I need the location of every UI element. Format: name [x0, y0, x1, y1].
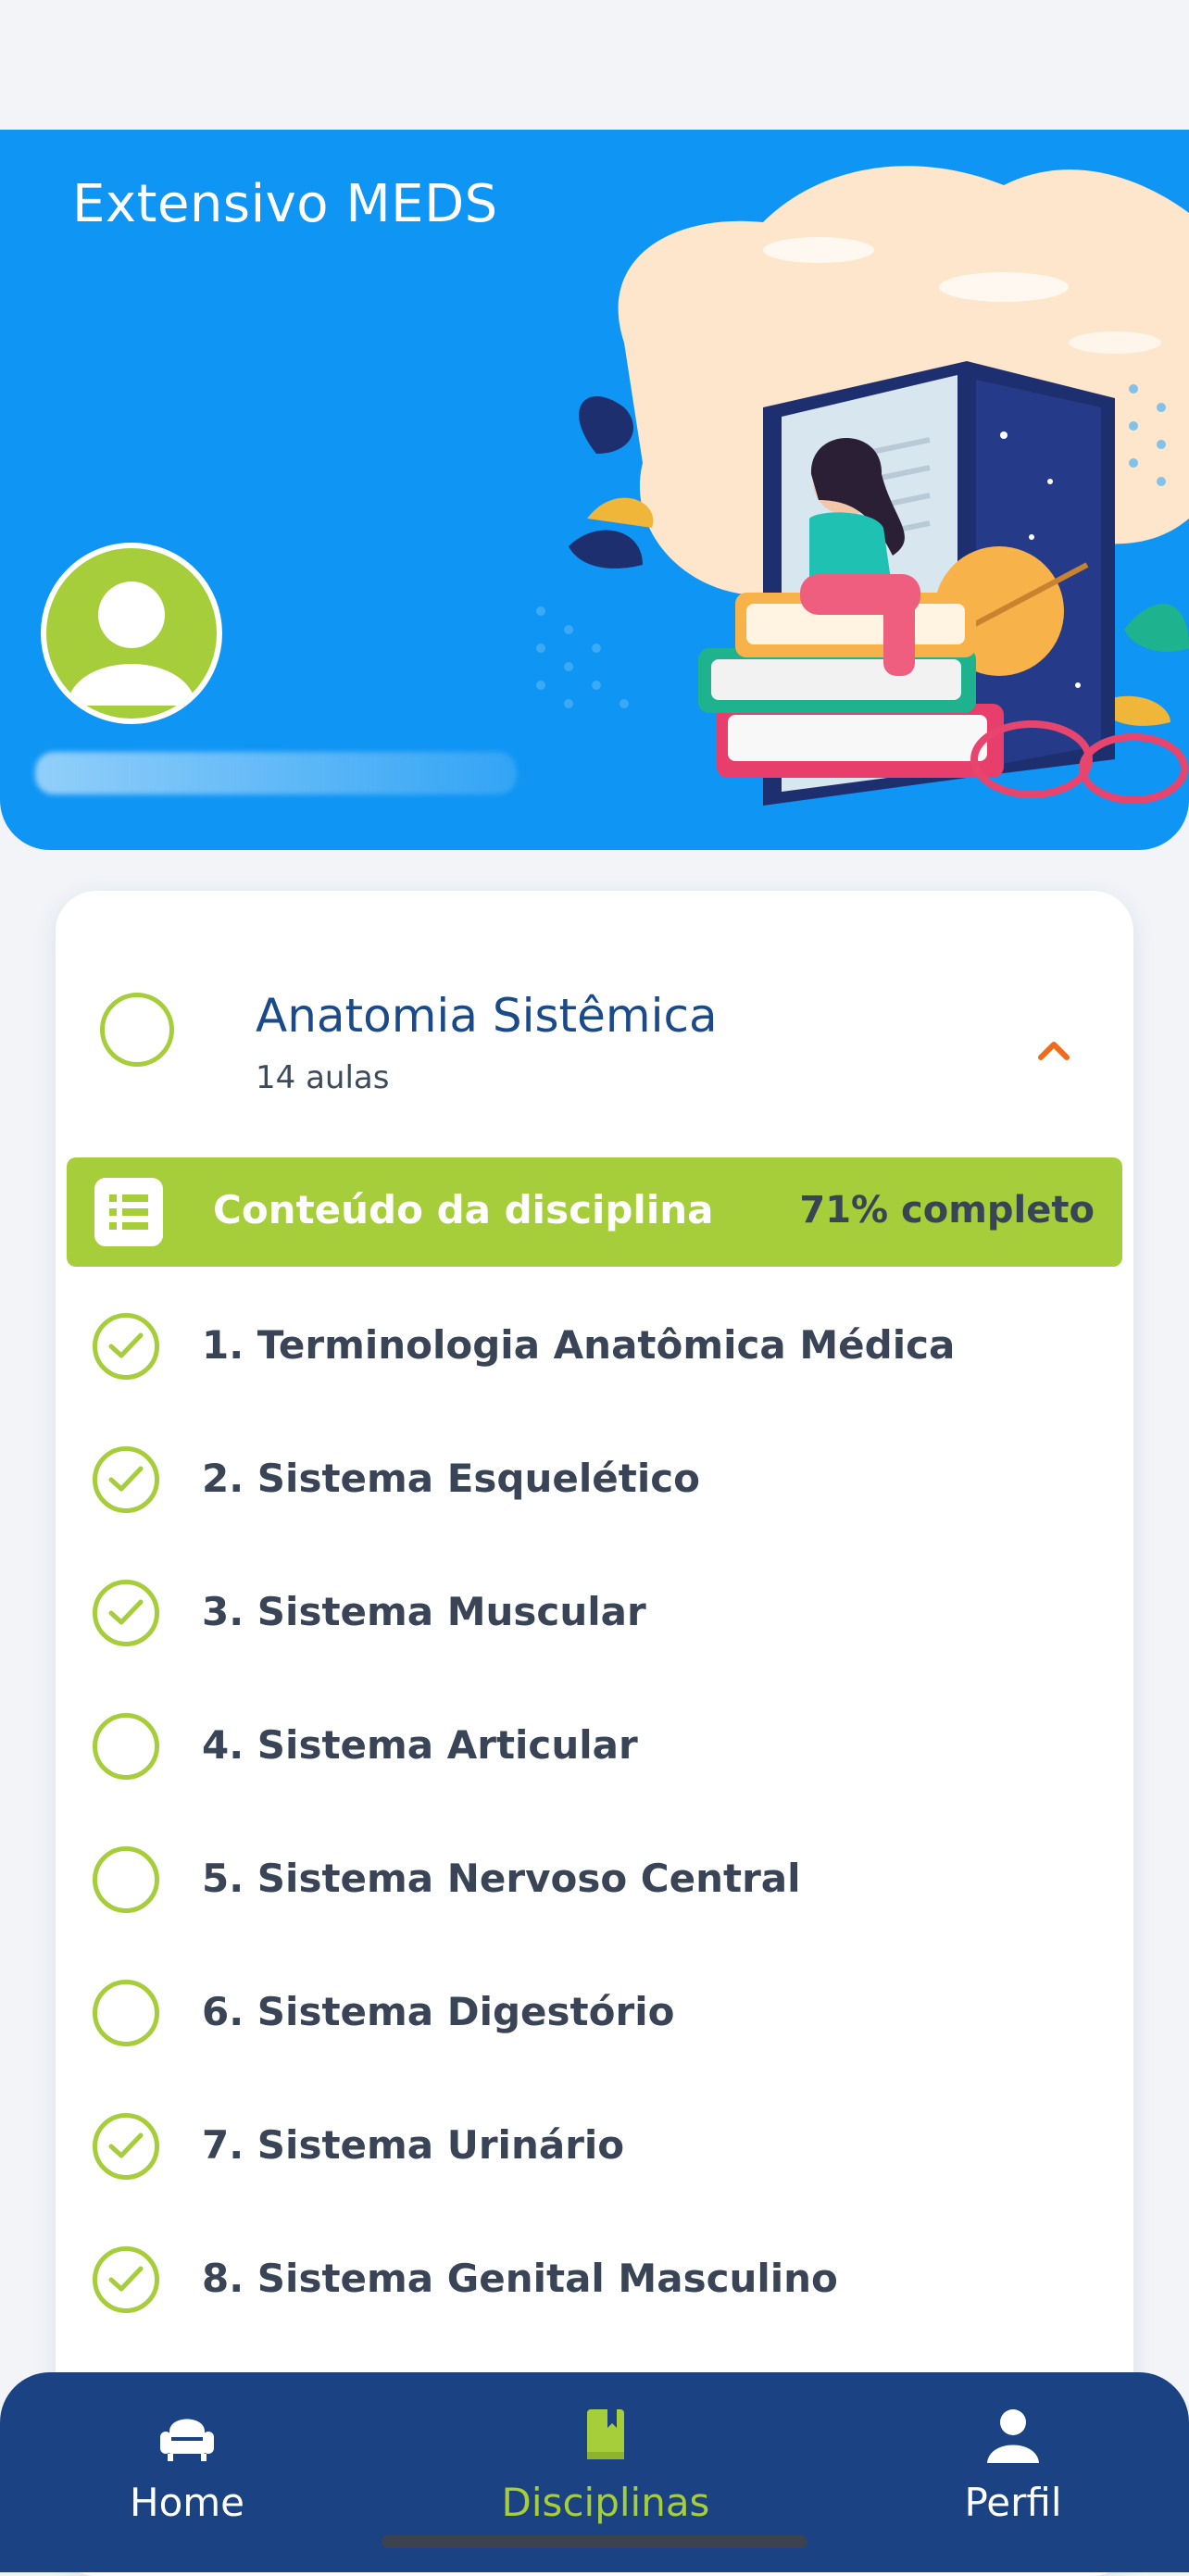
check-icon	[93, 1313, 159, 1380]
nav-home[interactable]: Home	[48, 2406, 326, 2525]
completion-percentage: 71% completo	[799, 1189, 1095, 1232]
lesson-item[interactable]: 2. Sistema Esquelético	[56, 1413, 1133, 1546]
list-icon	[94, 1178, 163, 1246]
hero-banner: Extensivo MEDS	[0, 130, 1189, 850]
lesson-item[interactable]: 5. Sistema Nervoso Central	[56, 1813, 1133, 1946]
user-avatar[interactable]	[41, 543, 222, 724]
empty-circle-icon	[93, 1846, 159, 1913]
nav-perfil-label: Perfil	[964, 2480, 1062, 2525]
discipline-card: Anatomia Sistêmica 14 aulas Conteúdo da …	[56, 891, 1133, 2576]
empty-circle-icon	[93, 1980, 159, 2046]
discipline-status-circle	[100, 993, 174, 1067]
user-icon	[987, 2409, 1039, 2463]
nav-perfil[interactable]: Perfil	[874, 2406, 1152, 2525]
user-icon	[67, 581, 196, 706]
lesson-item[interactable]: 6. Sistema Digestório	[56, 1946, 1133, 2080]
check-icon	[93, 1580, 159, 1646]
check-icon	[93, 2246, 159, 2313]
books-illustration	[536, 166, 1189, 806]
nav-disciplinas[interactable]: Disciplinas	[467, 2406, 745, 2525]
lesson-label: 5. Sistema Nervoso Central	[202, 1856, 801, 1901]
lesson-label: 2. Sistema Esquelético	[202, 1456, 700, 1501]
empty-circle-icon	[93, 1713, 159, 1780]
lesson-label: 1. Terminologia Anatômica Médica	[202, 1322, 956, 1368]
home-indicator	[382, 2535, 807, 2548]
lesson-label: 3. Sistema Muscular	[202, 1589, 646, 1634]
check-icon	[93, 1446, 159, 1513]
lesson-label: 6. Sistema Digestório	[202, 1989, 675, 2034]
chevron-up-icon[interactable]	[1032, 1028, 1076, 1072]
lesson-item[interactable]: 7. Sistema Urinário	[56, 2080, 1133, 2213]
lesson-label: 7. Sistema Urinário	[202, 2122, 625, 2168]
nav-home-label: Home	[129, 2480, 245, 2525]
lesson-label: 4. Sistema Articular	[202, 1722, 638, 1768]
discipline-content-bar[interactable]: Conteúdo da disciplina 71% completo	[67, 1157, 1122, 1267]
discipline-header[interactable]: Anatomia Sistêmica 14 aulas	[56, 891, 1133, 1132]
lesson-item[interactable]: 3. Sistema Muscular	[56, 1546, 1133, 1680]
armchair-icon	[160, 2419, 214, 2461]
lesson-item[interactable]: 1. Terminologia Anatômica Médica	[56, 1280, 1133, 1413]
course-title: Extensivo MEDS	[72, 174, 498, 234]
lesson-list: 1. Terminologia Anatômica Médica 2. Sist…	[56, 1280, 1133, 2346]
book-icon	[587, 2409, 624, 2459]
lesson-label: 8. Sistema Genital Masculino	[202, 2256, 838, 2301]
discipline-title: Anatomia Sistêmica	[256, 989, 718, 1043]
lesson-item[interactable]: 4. Sistema Articular	[56, 1680, 1133, 1813]
nav-disciplinas-label: Disciplinas	[501, 2480, 710, 2525]
discipline-lesson-count: 14 aulas	[256, 1059, 390, 1096]
user-name-blurred	[35, 752, 517, 794]
lesson-item[interactable]: 8. Sistema Genital Masculino	[56, 2213, 1133, 2346]
content-label: Conteúdo da disciplina	[213, 1187, 714, 1232]
check-icon	[93, 2113, 159, 2180]
